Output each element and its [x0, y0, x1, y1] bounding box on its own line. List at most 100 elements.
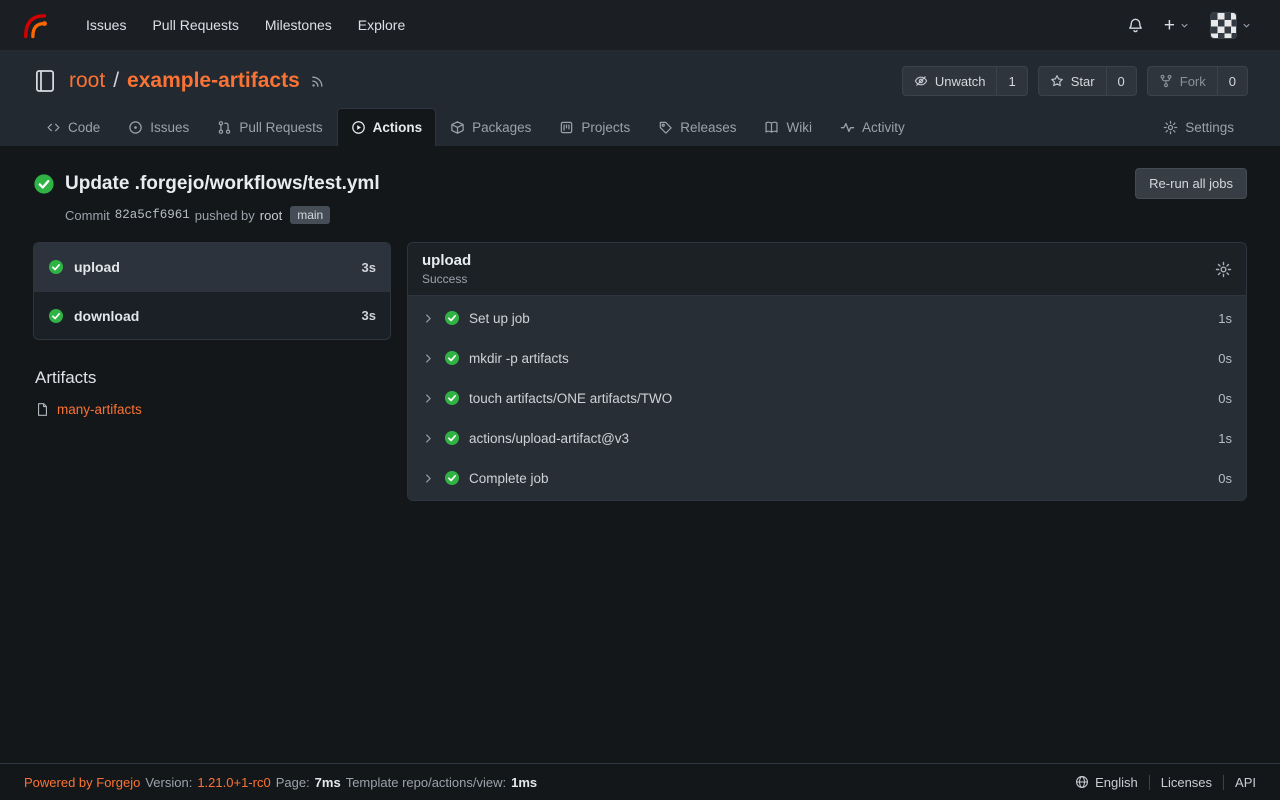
user-menu-button[interactable] — [1200, 12, 1262, 39]
eye-slash-icon — [914, 74, 928, 88]
step-row[interactable]: Set up job 1s — [408, 298, 1246, 338]
nav-milestones[interactable]: Milestones — [252, 17, 345, 33]
tab-releases[interactable]: Releases — [644, 108, 750, 146]
commit-line: Commit 82a5cf6961 pushed by root main — [65, 206, 1247, 224]
licenses-link[interactable]: Licenses — [1149, 775, 1223, 790]
tab-label: Pull Requests — [239, 120, 322, 135]
tab-label: Actions — [373, 120, 423, 135]
star-button[interactable]: Star — [1039, 67, 1106, 95]
tab-label: Releases — [680, 120, 736, 135]
artifact-download-link[interactable]: many-artifacts — [57, 402, 142, 417]
job-detail-status: Success — [422, 272, 1215, 286]
tab-wiki[interactable]: Wiki — [750, 108, 826, 146]
step-success-icon — [444, 470, 460, 486]
version-link[interactable]: 1.21.0+1-rc0 — [197, 775, 270, 790]
nav-explore[interactable]: Explore — [345, 17, 418, 33]
step-name: Set up job — [469, 311, 1209, 326]
run-success-icon — [33, 173, 55, 195]
tab-label: Code — [68, 120, 100, 135]
notifications-button[interactable] — [1117, 17, 1154, 34]
tab-projects[interactable]: Projects — [545, 108, 644, 146]
tab-activity[interactable]: Activity — [826, 108, 919, 146]
watchers-count[interactable]: 1 — [996, 67, 1026, 95]
gear-icon — [1163, 120, 1178, 135]
tab-code[interactable]: Code — [32, 108, 114, 146]
bell-icon — [1127, 17, 1144, 34]
repo-title-row: root / example-artifacts Unwatch 1 Star … — [32, 66, 1248, 96]
forks-count[interactable]: 0 — [1217, 67, 1247, 95]
chevron-down-icon — [1241, 20, 1252, 31]
step-row[interactable]: mkdir -p artifacts 0s — [408, 338, 1246, 378]
pull-request-icon — [217, 120, 232, 135]
tab-label: Wiki — [786, 120, 812, 135]
issue-icon — [128, 120, 143, 135]
powered-by-link[interactable]: Powered by Forgejo — [24, 775, 140, 790]
job-item-upload[interactable]: upload 3s — [34, 243, 390, 291]
tab-label: Issues — [150, 120, 189, 135]
tab-settings[interactable]: Settings — [1149, 108, 1248, 146]
step-duration: 0s — [1218, 351, 1232, 366]
rss-icon[interactable] — [310, 74, 325, 89]
tab-actions[interactable]: Actions — [337, 108, 437, 146]
branch-badge[interactable]: main — [290, 206, 330, 224]
step-name: mkdir -p artifacts — [469, 351, 1209, 366]
artifact-item: many-artifacts — [35, 402, 391, 417]
repo-tabs: Code Issues Pull Requests Actions Packag… — [32, 108, 1248, 146]
job-options-gear-icon[interactable] — [1215, 261, 1232, 278]
repo-name-link[interactable]: example-artifacts — [127, 69, 300, 93]
step-row[interactable]: actions/upload-artifact@v3 1s — [408, 418, 1246, 458]
fork-button-group: Fork 0 — [1147, 66, 1248, 96]
tab-pull-requests[interactable]: Pull Requests — [203, 108, 336, 146]
chevron-down-icon — [1179, 20, 1190, 31]
nav-issues[interactable]: Issues — [73, 17, 139, 33]
pushed-by-label: pushed by — [195, 208, 255, 223]
job-item-download[interactable]: download 3s — [34, 291, 390, 339]
fork-icon — [1159, 74, 1173, 88]
tab-label: Projects — [581, 120, 630, 135]
pusher-link[interactable]: root — [260, 208, 282, 223]
api-link[interactable]: API — [1223, 775, 1256, 790]
avatar — [1210, 12, 1237, 39]
footer-left: Powered by Forgejo Version: 1.21.0+1-rc0… — [24, 775, 537, 790]
step-success-icon — [444, 310, 460, 326]
step-duration: 1s — [1218, 311, 1232, 326]
language-selector[interactable]: English — [1064, 775, 1149, 790]
package-icon — [450, 120, 465, 135]
tab-packages[interactable]: Packages — [436, 108, 545, 146]
repo-owner-link[interactable]: root — [69, 69, 105, 93]
stars-count[interactable]: 0 — [1106, 67, 1136, 95]
repo-path-separator: / — [113, 69, 119, 93]
step-row[interactable]: Complete job 0s — [408, 458, 1246, 498]
footer: Powered by Forgejo Version: 1.21.0+1-rc0… — [0, 763, 1280, 800]
tab-label: Packages — [472, 120, 531, 135]
code-icon — [46, 120, 61, 135]
template-time-label: Template repo/actions/view: — [346, 775, 506, 790]
job-duration: 3s — [362, 308, 376, 323]
job-detail-title: upload — [422, 252, 1215, 269]
success-check-icon — [48, 259, 64, 275]
actions-run-view: Update .forgejo/workflows/test.yml Re-ru… — [0, 146, 1280, 763]
step-success-icon — [444, 390, 460, 406]
rerun-all-jobs-button[interactable]: Re-run all jobs — [1135, 168, 1247, 199]
success-check-icon — [48, 308, 64, 324]
tab-issues[interactable]: Issues — [114, 108, 203, 146]
forgejo-logo-icon — [18, 10, 49, 41]
run-header: Update .forgejo/workflows/test.yml Re-ru… — [33, 168, 1247, 224]
job-detail-header: upload Success — [408, 243, 1246, 296]
step-row[interactable]: touch artifacts/ONE artifacts/TWO 0s — [408, 378, 1246, 418]
unwatch-label: Unwatch — [935, 74, 986, 89]
fork-label: Fork — [1180, 74, 1206, 89]
fork-button[interactable]: Fork — [1148, 67, 1217, 95]
file-icon — [35, 402, 50, 417]
project-icon — [559, 120, 574, 135]
step-success-icon — [444, 350, 460, 366]
unwatch-button[interactable]: Unwatch — [903, 67, 997, 95]
nav-pull-requests[interactable]: Pull Requests — [139, 17, 251, 33]
chevron-right-icon — [422, 352, 435, 365]
create-new-menu-button[interactable]: + — [1154, 16, 1200, 35]
commit-label: Commit — [65, 208, 110, 223]
chevron-right-icon — [422, 312, 435, 325]
top-navbar: Issues Pull Requests Milestones Explore … — [0, 0, 1280, 50]
commit-sha-link[interactable]: 82a5cf6961 — [115, 208, 190, 222]
forgejo-home-link[interactable] — [18, 10, 49, 41]
